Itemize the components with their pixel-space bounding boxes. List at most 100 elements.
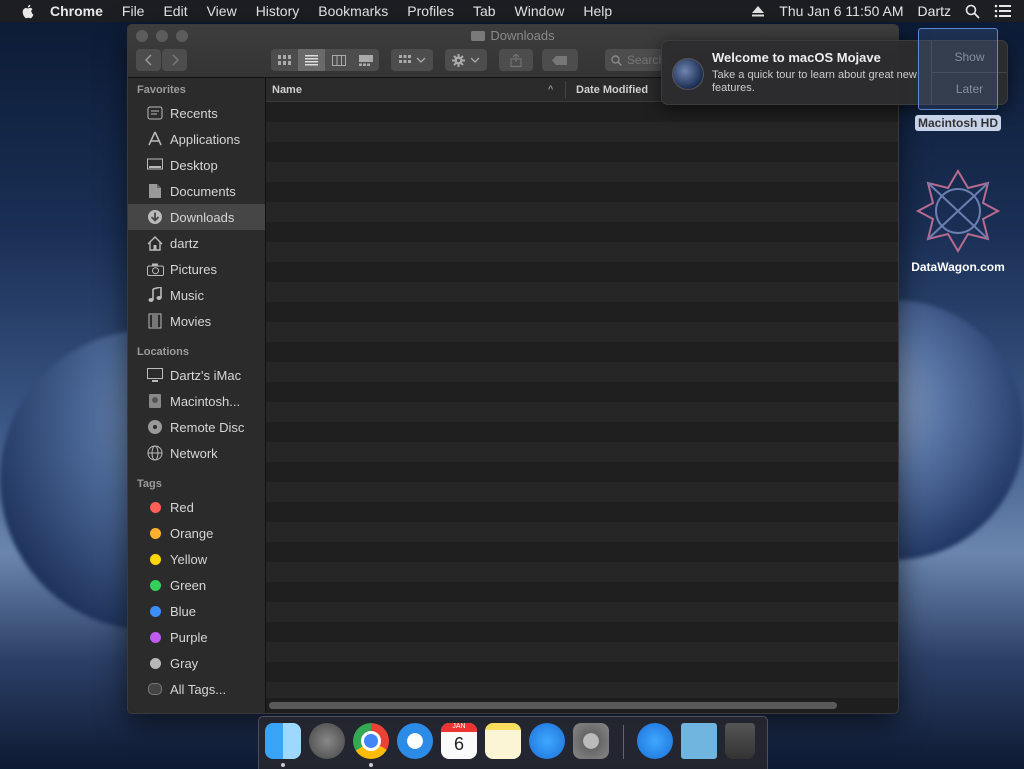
menu-edit[interactable]: Edit <box>163 3 187 19</box>
sidebar-tag-gray[interactable]: Gray <box>128 650 265 676</box>
orange-tag-dot <box>149 527 161 539</box>
computer-icon <box>146 367 164 383</box>
hard-drive-icon <box>146 393 164 409</box>
music-note-icon <box>146 287 164 303</box>
sort-chevron-up-icon: ^ <box>548 84 554 94</box>
chevron-down-icon <box>470 57 480 63</box>
home-icon <box>146 235 164 251</box>
all-tags-icon <box>148 683 162 695</box>
globe-icon <box>146 445 164 461</box>
sidebar-item-remote-disc[interactable]: Remote Disc <box>128 414 265 440</box>
purple-tag-dot <box>149 631 161 643</box>
apple-menu-icon[interactable] <box>20 3 36 19</box>
disc-icon <box>146 419 164 435</box>
finder-running-indicator <box>281 763 285 767</box>
applications-icon <box>146 131 164 147</box>
horizontal-scrollbar[interactable] <box>269 702 837 709</box>
chevron-right-icon <box>171 54 179 66</box>
group-by-button[interactable] <box>391 49 433 71</box>
file-list[interactable]: Name ^ Date Modified <box>266 78 898 713</box>
calendar-icon[interactable]: JAN 6 <box>441 723 477 759</box>
downloads-folder-icon[interactable] <box>681 723 717 759</box>
sidebar-tag-purple[interactable]: Purple <box>128 624 265 650</box>
share-icon <box>510 53 522 67</box>
sidebar-item-recents[interactable]: Recents <box>128 100 265 126</box>
red-tag-dot <box>149 501 161 513</box>
document-icon <box>146 183 164 199</box>
desktop-icon <box>146 157 164 173</box>
menu-view[interactable]: View <box>207 3 237 19</box>
menu-clock[interactable]: Thu Jan 6 11:50 AM <box>779 3 903 19</box>
column-divider[interactable] <box>565 81 566 98</box>
locations-header: Locations <box>137 346 189 358</box>
clock-icon <box>146 105 164 121</box>
sidebar-item-desktop[interactable]: Desktop <box>128 152 265 178</box>
column-header-date-modified[interactable]: Date Modified <box>576 84 648 96</box>
sidebar-item-movies[interactable]: Movies <box>128 308 265 334</box>
hard-drive-icon <box>918 28 998 110</box>
sidebar-item-music[interactable]: Music <box>128 282 265 308</box>
film-icon <box>146 313 164 329</box>
sidebar-all-tags[interactable]: All Tags... <box>128 676 265 702</box>
sidebar-tag-orange[interactable]: Orange <box>128 520 265 546</box>
app-store-download-icon[interactable] <box>637 723 673 759</box>
gallery-view-button[interactable] <box>352 49 379 71</box>
icon-view-button[interactable] <box>271 49 298 71</box>
sidebar-tag-green[interactable]: Green <box>128 572 265 598</box>
menu-bookmarks[interactable]: Bookmarks <box>318 3 388 19</box>
trash-icon[interactable] <box>725 723 755 759</box>
tag-button[interactable] <box>542 49 578 71</box>
menu-file[interactable]: File <box>122 3 145 19</box>
notification-center-icon[interactable] <box>994 4 1012 18</box>
grid-icon <box>278 54 291 65</box>
mojave-icon <box>672 58 704 90</box>
sidebar-tag-yellow[interactable]: Yellow <box>128 546 265 572</box>
sidebar-item-home[interactable]: dartz <box>128 230 265 256</box>
columns-icon <box>331 54 346 66</box>
desktop-datawagon[interactable]: DataWagon.com <box>900 168 1016 274</box>
chevron-down-icon <box>416 57 425 63</box>
share-button[interactable] <box>499 49 533 71</box>
sidebar-item-downloads[interactable]: Downloads <box>128 204 265 230</box>
column-header-name[interactable]: Name <box>272 84 302 96</box>
sidebar-item-documents[interactable]: Documents <box>128 178 265 204</box>
safari-icon[interactable] <box>397 723 433 759</box>
eject-icon[interactable] <box>751 5 765 17</box>
menu-history[interactable]: History <box>256 3 300 19</box>
desktop-macintosh-hd[interactable]: Macintosh HD <box>912 28 1004 131</box>
sidebar-tag-blue[interactable]: Blue <box>128 598 265 624</box>
sidebar-item-applications[interactable]: Applications <box>128 126 265 152</box>
column-view-button[interactable] <box>325 49 352 71</box>
sidebar-item-macintosh-hd[interactable]: Macintosh... <box>128 388 265 414</box>
search-placeholder: Search <box>627 53 666 67</box>
sidebar-item-imac[interactable]: Dartz's iMac <box>128 362 265 388</box>
tags-header: Tags <box>137 478 162 490</box>
system-preferences-icon[interactable] <box>573 723 609 759</box>
menu-help[interactable]: Help <box>583 3 612 19</box>
folder-icon <box>471 31 486 41</box>
notes-icon[interactable] <box>485 723 521 759</box>
sidebar-item-pictures[interactable]: Pictures <box>128 256 265 282</box>
sidebar-item-network[interactable]: Network <box>128 440 265 466</box>
app-store-icon[interactable] <box>529 723 565 759</box>
action-button[interactable] <box>445 49 487 71</box>
list-view-button[interactable] <box>298 49 325 71</box>
menu-chrome[interactable]: Chrome <box>50 3 103 19</box>
notification-title: Welcome to macOS Mojave <box>712 50 881 65</box>
chrome-icon[interactable] <box>353 723 389 759</box>
menu-user[interactable]: Dartz <box>918 3 951 19</box>
sidebar-tag-red[interactable]: Red <box>128 494 265 520</box>
forward-button[interactable] <box>162 49 187 71</box>
launchpad-icon[interactable] <box>309 723 345 759</box>
finder-window: Downloads Search Favorites Recents Appli… <box>127 24 899 714</box>
datawagon-logo-icon <box>915 169 1001 253</box>
menu-window[interactable]: Window <box>515 3 565 19</box>
tag-icon <box>552 55 567 65</box>
spotlight-search-icon[interactable] <box>965 4 980 19</box>
back-button[interactable] <box>136 49 161 71</box>
finder-icon[interactable] <box>265 723 301 759</box>
menu-tab[interactable]: Tab <box>473 3 496 19</box>
finder-sidebar: Favorites Recents Applications Desktop D… <box>128 78 266 713</box>
search-icon <box>611 54 622 66</box>
menu-profiles[interactable]: Profiles <box>407 3 454 19</box>
